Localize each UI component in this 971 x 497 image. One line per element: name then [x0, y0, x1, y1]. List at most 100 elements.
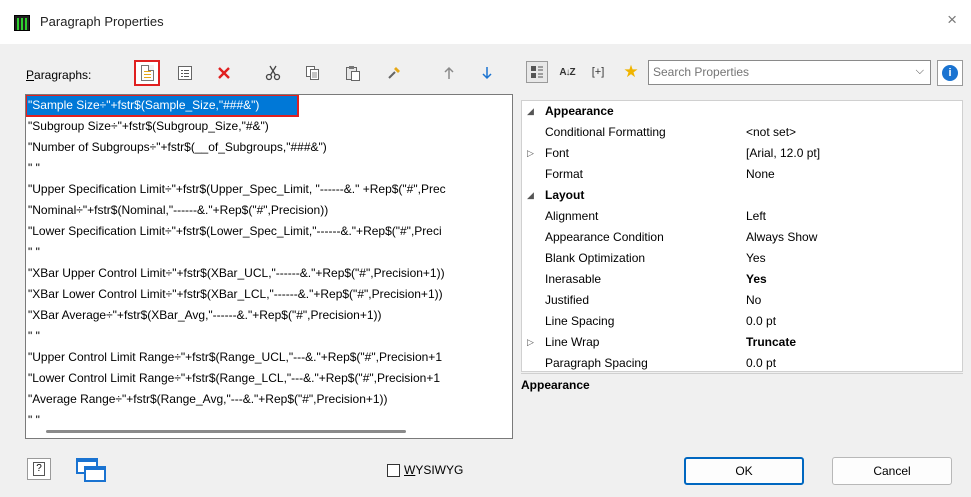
property-value[interactable]: No [746, 290, 761, 311]
paragraph-item[interactable]: " " [26, 410, 512, 431]
ok-button[interactable]: OK [684, 457, 804, 485]
expand-icon[interactable]: ▷ [527, 332, 534, 353]
paragraph-item[interactable]: " " [26, 158, 512, 179]
collapse-icon[interactable]: ◢ [527, 101, 534, 122]
alphabetical-sort-icon: A↓Z [559, 66, 575, 78]
property-name: Paragraph Spacing [545, 356, 648, 370]
chevron-down-icon[interactable]: ⌵ [916, 65, 924, 78]
property-name: Appearance [545, 104, 614, 118]
properties-icon [178, 66, 192, 80]
cancel-button[interactable]: Cancel [832, 457, 952, 485]
description-title: Appearance [521, 378, 590, 392]
wysiwyg-checkbox[interactable]: WYSIWYG [387, 463, 463, 477]
property-name: Inerasable [545, 272, 602, 286]
property-name: Alignment [545, 209, 599, 223]
horizontal-scrollbar[interactable] [46, 430, 406, 433]
move-down-icon [482, 67, 492, 80]
expand-icon[interactable]: ▷ [527, 143, 534, 164]
property-row[interactable]: Format None [522, 164, 962, 185]
paragraph-item[interactable]: " " [26, 242, 512, 263]
description-divider[interactable] [521, 373, 963, 374]
expand-label: [+] [591, 66, 605, 78]
property-value[interactable]: <not set> [746, 122, 796, 143]
paragraph-item[interactable]: "Lower Control Limit Range÷"+fstr$(Range… [26, 368, 512, 389]
move-down-button[interactable] [474, 60, 500, 86]
property-row[interactable]: Inerasable Yes [522, 269, 962, 290]
property-value[interactable]: Always Show [746, 227, 817, 248]
property-category[interactable]: ◢ Appearance [522, 101, 962, 122]
expand-all-button[interactable]: [+] [584, 61, 612, 83]
paragraph-item[interactable]: "XBar Average÷"+fstr$(XBar_Avg,"------&.… [26, 305, 512, 326]
paragraph-item[interactable]: "Average Range÷"+fstr$(Range_Avg,"---&."… [26, 389, 512, 410]
property-name: Appearance Condition [545, 230, 664, 244]
properties-button[interactable] [172, 60, 198, 86]
copy-button[interactable] [300, 60, 326, 86]
copy-icon [306, 66, 319, 80]
format-painter-button[interactable] [381, 60, 407, 86]
paragraph-item[interactable]: "Nominal÷"+fstr$(Nominal,"------&."+Rep$… [26, 200, 512, 221]
wysiwyg-checkbox-box[interactable] [387, 463, 400, 477]
property-grid[interactable]: ◢ Appearance Conditional Formatting <not se… [521, 100, 963, 372]
new-paragraph-button[interactable] [134, 60, 160, 86]
property-row[interactable]: Alignment Left [522, 206, 962, 227]
property-row[interactable]: Conditional Formatting <not set> [522, 122, 962, 143]
property-value[interactable]: Truncate [746, 332, 796, 353]
delete-icon [218, 67, 230, 79]
paste-icon [346, 66, 360, 81]
paragraphs-label: Paragraphs: [26, 68, 92, 82]
paragraph-item[interactable]: "Sample Size÷"+fstr$(Sample_Size,"###&") [26, 95, 299, 117]
property-value[interactable]: Yes [746, 269, 767, 290]
paragraph-item[interactable]: "Subgroup Size÷"+fstr$(Subgroup_Size,"#&… [26, 116, 512, 137]
info-icon: i [942, 65, 958, 81]
move-up-icon [444, 66, 454, 79]
property-row[interactable]: ▷ Font [Arial, 12.0 pt] [522, 143, 962, 164]
property-name: Layout [545, 188, 585, 202]
property-name: Conditional Formatting [545, 125, 666, 139]
new-paragraph-icon [140, 65, 154, 81]
alphabetical-sort-button[interactable]: A↓Z [556, 61, 578, 83]
paragraph-item[interactable]: " " [26, 326, 512, 347]
property-name: Blank Optimization [545, 251, 646, 265]
search-properties-input[interactable] [649, 61, 899, 83]
close-icon[interactable]: × [947, 10, 957, 30]
search-properties-box[interactable]: ⌵ [648, 60, 931, 85]
property-value[interactable]: 0.0 pt [746, 353, 776, 374]
paragraph-item[interactable]: "XBar Upper Control Limit÷"+fstr$(XBar_U… [26, 263, 512, 284]
property-value[interactable]: 0.0 pt [746, 311, 776, 332]
property-name: Line Wrap [545, 335, 600, 349]
paragraph-item[interactable]: "XBar Lower Control Limit÷"+fstr$(XBar_L… [26, 284, 512, 305]
format-painter-icon [388, 67, 400, 79]
property-value[interactable]: Left [746, 206, 766, 227]
collapse-icon[interactable]: ◢ [527, 185, 534, 206]
paragraph-item[interactable]: "Upper Control Limit Range÷"+fstr$(Range… [26, 347, 512, 368]
property-name: Line Spacing [545, 314, 615, 328]
property-row[interactable]: Blank Optimization Yes [522, 248, 962, 269]
property-value[interactable]: Yes [746, 248, 766, 269]
paragraph-item[interactable]: "Lower Specification Limit÷"+fstr$(Lower… [26, 221, 512, 242]
cut-icon [265, 65, 281, 81]
property-category[interactable]: ◢ Layout [522, 185, 962, 206]
favorites-button[interactable]: ★ [620, 61, 642, 83]
property-row[interactable]: Line Spacing 0.0 pt [522, 311, 962, 332]
cut-button[interactable] [260, 60, 286, 86]
help-button[interactable]: ? [27, 458, 51, 480]
app-icon [14, 15, 30, 31]
property-row[interactable]: Justified No [522, 290, 962, 311]
paragraph-item[interactable]: "Number of Subgroups÷"+fstr$(__of_Subgro… [26, 137, 512, 158]
property-name: Format [545, 167, 584, 181]
window-title: Paragraph Properties [40, 14, 164, 29]
property-name: Justified [545, 293, 590, 307]
property-value[interactable]: [Arial, 12.0 pt] [746, 143, 820, 164]
property-row[interactable]: Appearance Condition Always Show [522, 227, 962, 248]
delete-button[interactable] [211, 60, 237, 86]
paragraph-list[interactable]: "Sample Size÷"+fstr$(Sample_Size,"###&")… [25, 94, 513, 439]
arrange-windows-button[interactable] [75, 457, 107, 483]
paragraph-item[interactable]: "Upper Specification Limit÷"+fstr$(Upper… [26, 179, 512, 200]
property-row[interactable]: ▷ Line Wrap Truncate [522, 332, 962, 353]
categorized-button[interactable] [526, 61, 548, 83]
paste-button[interactable] [340, 60, 366, 86]
property-row[interactable]: Paragraph Spacing 0.0 pt [522, 353, 962, 374]
info-button[interactable]: i [937, 60, 963, 86]
property-value[interactable]: None [746, 164, 775, 185]
move-up-button[interactable] [436, 60, 462, 86]
